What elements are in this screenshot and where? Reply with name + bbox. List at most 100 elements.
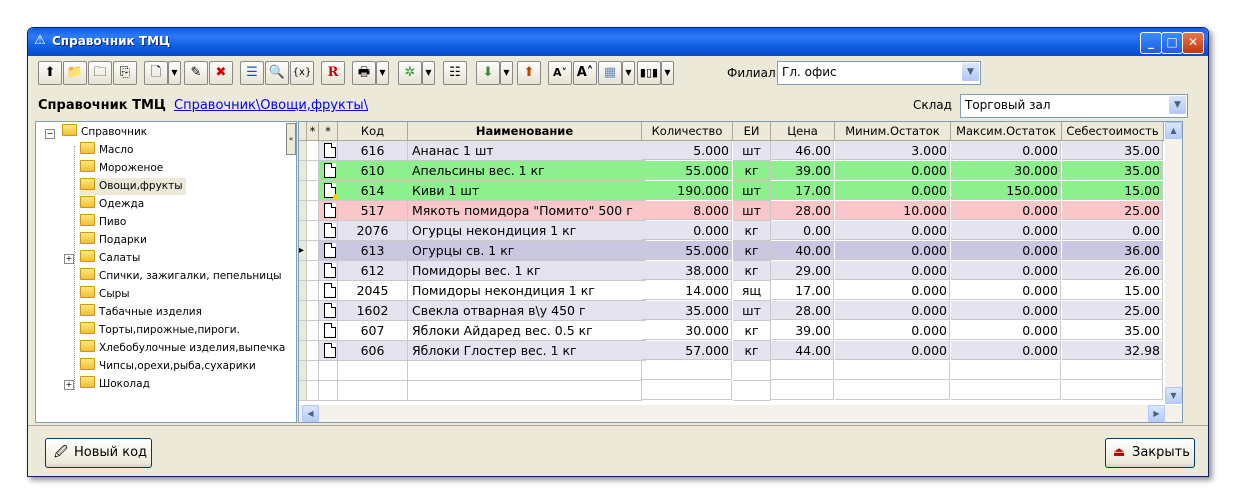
- table-row[interactable]: 614 Киви 1 шт 190.000 шт 17.00 0.000 150.000 15…: [299, 181, 1182, 201]
- cell-cost: 25.00: [1062, 201, 1163, 220]
- sklad-select[interactable]: Торговый зал ▼: [960, 94, 1188, 118]
- table-row[interactable]: 606 Яблоки Глостер вес. 1 кг 57.000 кг 44.00…: [299, 341, 1182, 361]
- empty-cell: [951, 381, 1061, 400]
- close-window-button[interactable]: ✕: [1182, 32, 1204, 54]
- up-level-icon[interactable]: ⬆: [38, 61, 62, 85]
- expand-icon[interactable]: +: [64, 380, 74, 390]
- tree-item[interactable]: Мороженое: [80, 160, 163, 177]
- document-icon: [324, 323, 336, 338]
- font-increase-icon[interactable]: A˄: [573, 61, 597, 85]
- horizontal-scrollbar[interactable]: ◀ ▶: [299, 405, 1182, 422]
- scroll-right-icon[interactable]: ▶: [1148, 405, 1165, 422]
- table-row[interactable]: 2045 Помидоры некондиция 1 кг 14.000 ящ 17.0…: [299, 281, 1182, 301]
- maximize-button[interactable]: □: [1161, 32, 1183, 54]
- category-tree[interactable]: − Справочник Масло Мороженое Овощи,фрукты О…: [35, 121, 297, 423]
- filial-select[interactable]: Гл. офис ▼: [777, 61, 981, 85]
- tree-item[interactable]: Овощи,фрукты: [80, 178, 186, 195]
- barcode-dropdown-icon[interactable]: ▼: [661, 61, 674, 85]
- column-header[interactable]: *: [319, 122, 338, 141]
- print-dropdown-icon[interactable]: ▼: [376, 61, 389, 85]
- download-icon[interactable]: ⬇: [476, 61, 500, 85]
- scroll-down-icon[interactable]: ▼: [1165, 387, 1182, 404]
- column-header[interactable]: *: [307, 122, 319, 141]
- new-document-icon[interactable]: 🗋: [144, 61, 168, 85]
- report-icon[interactable]: R: [321, 61, 345, 85]
- binoculars-search-icon[interactable]: 🔍: [265, 61, 289, 85]
- tree-item[interactable]: Спички, зажигалки, пепельницы: [80, 268, 282, 285]
- upload-icon[interactable]: ⬆: [517, 61, 541, 85]
- table-row[interactable]: 610 Апельсины вес. 1 кг 55.000 кг 39.00 0.000…: [299, 161, 1182, 181]
- settings-dropdown-icon[interactable]: ▼: [422, 61, 435, 85]
- font-decrease-icon[interactable]: A˅: [548, 61, 572, 85]
- folder-icon[interactable]: 🗀: [88, 61, 112, 85]
- cell-min: 0.000: [835, 341, 950, 360]
- table-row[interactable]: 1602 Свекла отварная в\у 450 г 35.000 шт 28.…: [299, 301, 1182, 321]
- column-header[interactable]: Количество: [642, 122, 733, 141]
- breadcrumb[interactable]: Справочник\Овощи,фрукты\: [174, 98, 368, 113]
- sklad-label: Склад: [913, 98, 952, 112]
- column-header[interactable]: Наименование: [408, 122, 642, 141]
- table-row[interactable]: 517 Мякоть помидора "Помито" 500 г 8.000 шт…: [299, 201, 1182, 221]
- chevron-down-icon[interactable]: ▼: [962, 63, 979, 81]
- chevron-down-icon[interactable]: ▼: [1169, 96, 1186, 114]
- column-header[interactable]: Максим.Остаток: [951, 122, 1062, 141]
- new-document-dropdown-icon[interactable]: ▼: [168, 61, 181, 85]
- print-icon[interactable]: 🖶: [352, 61, 376, 85]
- columns-icon[interactable]: ☷: [443, 61, 467, 85]
- table-row[interactable]: 607 Яблоки Айдаред вес. 0.5 кг 30.000 кг 39.…: [299, 321, 1182, 341]
- expand-icon[interactable]: +: [64, 254, 74, 264]
- tree-item[interactable]: Салаты: [80, 250, 140, 267]
- vertical-scrollbar[interactable]: ▲ ▼: [1165, 122, 1182, 404]
- close-label: Закрыть: [1132, 445, 1190, 460]
- copy-folder-icon[interactable]: ⎘: [113, 61, 137, 85]
- table-row[interactable]: ▸ 613 Огурцы св. 1 кг 55.000 кг 40.00 0.000 0.0…: [299, 241, 1182, 261]
- list-view-icon[interactable]: ☰: [240, 61, 264, 85]
- tree-item[interactable]: Пиво: [80, 214, 126, 231]
- barcode-icon[interactable]: ▮▯▮: [637, 61, 661, 85]
- settings-icon[interactable]: ✲: [398, 61, 422, 85]
- tree-item[interactable]: Подарки: [80, 232, 147, 249]
- cell-qty: 35.000: [642, 301, 732, 320]
- grid-dropdown-icon[interactable]: ▼: [622, 61, 635, 85]
- document-icon: [324, 143, 336, 158]
- tree-root[interactable]: Справочник: [62, 124, 147, 141]
- tree-item[interactable]: Табачные изделия: [80, 304, 202, 321]
- column-header[interactable]: ЕИ: [733, 122, 771, 141]
- add-folder-icon[interactable]: 📁: [63, 61, 87, 85]
- column-header[interactable]: Миним.Остаток: [835, 122, 951, 141]
- table-row[interactable]: 616 Ананас 1 шт 5.000 шт 46.00 3.000 0.000 35.0…: [299, 141, 1182, 161]
- formula-icon[interactable]: {x}: [290, 61, 314, 85]
- cell-max: 0.000: [951, 321, 1061, 340]
- splitter-handle[interactable]: «: [286, 123, 296, 155]
- column-header[interactable]: Код: [338, 122, 408, 141]
- grid-icon[interactable]: ▦: [598, 61, 622, 85]
- tree-item[interactable]: Шоколад: [80, 376, 150, 393]
- column-header[interactable]: Цена: [771, 122, 835, 141]
- cell-marker: [307, 321, 319, 341]
- tree-item[interactable]: Масло: [80, 142, 133, 159]
- tree-item[interactable]: Чипсы,орехи,рыба,сухарики: [80, 358, 256, 375]
- new-code-button[interactable]: 🖉 Новый код: [45, 438, 152, 468]
- tree-item[interactable]: Одежда: [80, 196, 144, 213]
- scroll-left-icon[interactable]: ◀: [302, 405, 319, 422]
- delete-icon[interactable]: ✖: [209, 61, 233, 85]
- tree-item[interactable]: Торты,пирожные,пироги.: [80, 322, 240, 339]
- download-dropdown-icon[interactable]: ▼: [500, 61, 513, 85]
- table-row[interactable]: 612 Помидоры вес. 1 кг 38.000 кг 29.00 0.000 0…: [299, 261, 1182, 281]
- close-button[interactable]: ⏏ Закрыть: [1105, 438, 1195, 468]
- table-row[interactable]: 2076 Огурцы некондиция 1 кг 0.000 кг 0.00 0.0…: [299, 221, 1182, 241]
- title-bar[interactable]: ⚠ Справочник ТМЦ _ □ ✕: [28, 28, 1208, 56]
- column-header[interactable]: Себестоимость: [1062, 122, 1164, 141]
- cell-unit: шт: [733, 201, 771, 221]
- collapse-icon[interactable]: −: [45, 129, 55, 139]
- sklad-value: Торговый зал: [965, 98, 1051, 112]
- cell-qty: 8.000: [642, 201, 732, 220]
- cell-qty: 55.000: [642, 241, 732, 260]
- scroll-up-icon[interactable]: ▲: [1165, 122, 1182, 139]
- tree-item[interactable]: Хлебобулочные изделия,выпечка: [80, 340, 285, 357]
- items-table[interactable]: * * Код Наименование Количество ЕИ Цена Миним.О…: [298, 121, 1183, 423]
- tree-item[interactable]: Сыры: [80, 286, 130, 303]
- tree-item-label: Мороженое: [99, 162, 164, 174]
- edit-icon[interactable]: ✎: [184, 61, 208, 85]
- minimize-button[interactable]: _: [1140, 32, 1162, 54]
